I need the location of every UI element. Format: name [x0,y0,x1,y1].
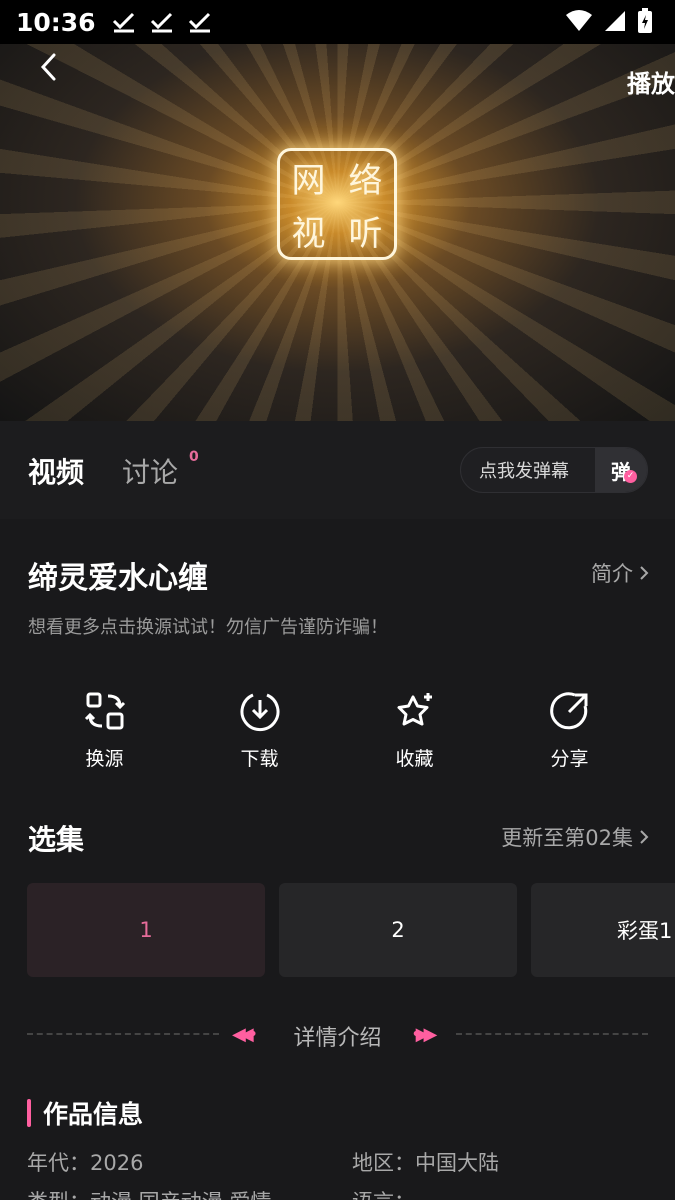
episode-list: 1 2 彩蛋1 [27,883,675,977]
notice-text: 想看更多点击换源试试！勿信广告谨防诈骗！ [28,617,388,638]
discuss-count-badge: 0 [189,449,199,465]
show-title: 缔灵爱水心缠 [28,561,208,596]
info-region: 地区：中国大陆 [352,1147,499,1177]
share-button[interactable]: 分享 [492,690,647,780]
chevron-right-icon [640,830,649,844]
intro-link[interactable]: 简介 [591,558,649,588]
status-time: 10:36 [16,7,96,37]
episodes-title: 选集 [28,823,85,856]
danmu-input[interactable]: 点我发弹幕 [461,457,595,483]
play-label[interactable]: 播放 [627,64,675,99]
video-player[interactable]: 网 络 视 听 [0,44,675,421]
intro-link-label: 简介 [591,562,633,586]
details-divider: ◀◀• 详情介绍 •▶▶ [27,1018,648,1052]
download-icon [240,693,279,732]
logo-char: 视 [291,214,326,254]
tab-video[interactable]: 视频 [28,451,84,491]
status-system-icons [565,8,653,34]
info-year: 年代：2026 [27,1147,143,1177]
tab-bar: 视频 讨论 0 点我发弹幕 弹 ✓ [0,421,675,519]
episode-item-2[interactable]: 2 [279,883,517,977]
check-icon [150,12,172,33]
tab-discuss[interactable]: 讨论 [122,451,178,491]
episodes-update-link[interactable]: 更新至第02集 [501,822,649,852]
wifi-icon [566,10,592,31]
info-language-label: 语言： [352,1190,415,1200]
battery-icon [638,8,652,33]
logo-char: 听 [348,214,383,254]
action-label: 分享 [550,748,589,770]
action-row: 换源 下载 收藏 分享 [27,690,647,780]
arrow-right-icon: •▶▶ [411,1024,437,1045]
divider-line [456,1033,648,1035]
episodes-update-label: 更新至第02集 [501,826,633,850]
info-language: 语言： [352,1186,415,1200]
download-button[interactable]: 下载 [182,690,337,780]
status-notifications [112,11,212,33]
chevron-right-icon [640,566,649,580]
share-icon [549,692,587,730]
episode-item-1[interactable]: 1 [27,883,265,977]
switch-source-button[interactable]: 换源 [27,690,182,780]
info-type: 类型：动漫,国产动漫,爱情 [27,1186,271,1200]
info-type-label: 类型： [27,1190,90,1200]
chevron-left-icon[interactable] [34,52,64,82]
check-icon: ✓ [624,470,637,483]
info-section-header: 作品信息 [27,1095,143,1131]
info-section-title: 作品信息 [43,1100,144,1129]
action-label: 换源 [85,748,124,770]
status-bar: 10:36 [0,0,675,44]
info-year-label: 年代： [27,1151,90,1175]
video-logo: 网 络 视 听 [277,148,397,260]
info-year-value: 2026 [90,1151,144,1175]
check-icon [188,12,210,33]
accent-bar [27,1099,31,1127]
star-icon [397,693,432,726]
check-icon [112,12,134,33]
danmu-bar: 点我发弹幕 弹 ✓ [460,447,648,493]
favorite-button[interactable]: 收藏 [337,690,492,780]
logo-char: 络 [348,161,383,201]
danmu-toggle[interactable]: 弹 ✓ [595,448,647,492]
action-label: 收藏 [395,748,434,770]
action-label: 下载 [240,748,279,770]
logo-char: 网 [291,161,326,201]
info-type-value: 动漫,国产动漫,爱情 [90,1190,271,1200]
details-divider-label: 详情介绍 [293,1026,382,1051]
signal-icon [605,11,625,31]
info-region-label: 地区： [352,1151,415,1175]
switch-source-icon [84,692,125,730]
info-region-value: 中国大陆 [415,1151,499,1175]
episode-item-bonus[interactable]: 彩蛋1 [531,883,675,977]
